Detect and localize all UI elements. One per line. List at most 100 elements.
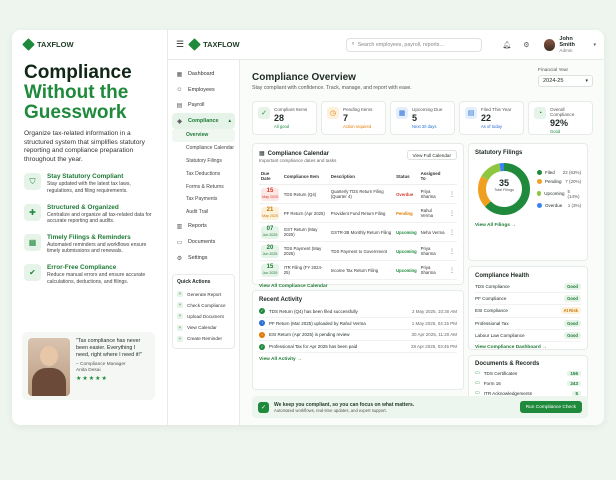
sidebar: ▦ Dashboard ☺ Employees ▤ Payroll ◈ Complianc…: [168, 60, 240, 425]
due-day: 15: [266, 187, 274, 194]
due-date: 20 Jun 2025: [261, 244, 279, 258]
sidebar-item-employees[interactable]: ☺ Employees: [172, 82, 235, 97]
health-label: PF Compliance: [475, 296, 507, 302]
more-icon[interactable]: ⋮: [446, 241, 457, 261]
stat-sub: All good: [274, 124, 290, 129]
hero-title: Compliance Without the Guesswork: [24, 63, 155, 123]
calendar-table: Due Date Compliance Item Description Status…: [259, 168, 457, 280]
stat-card[interactable]: ✓ Compliant Items 28 All good: [252, 101, 317, 135]
stat-value: 5: [412, 113, 418, 123]
feature-desc: Automated reminders and workflows ensure…: [47, 241, 147, 255]
search-placeholder: Search employees, payroll, reports...: [357, 41, 444, 48]
legend-item: Pending 7 (20%): [537, 177, 581, 186]
sidebar-item-compliance[interactable]: ◈ Compliance ▴: [172, 113, 235, 129]
stat-value: 28: [274, 113, 285, 123]
stat-card[interactable]: ▤ Filed This Year 22 As of today: [459, 101, 524, 135]
settings-icon: ⚙: [176, 255, 183, 262]
view-full-calendar-button[interactable]: View Full Calendar: [406, 150, 457, 160]
stat-card[interactable]: ▦ Upcoming Due 5 Next 30 days: [390, 101, 455, 135]
view-all-filings-link[interactable]: View All Filings →: [475, 223, 581, 228]
statutory-filings-card: Statutory Filings 35 Total Filings Filed…: [468, 143, 588, 261]
stat-sub: Next 30 days: [412, 124, 437, 129]
bell-icon[interactable]: 🔔︎: [502, 41, 511, 49]
sidebar-subitem[interactable]: Statutory Filings: [172, 155, 235, 168]
table-row[interactable]: 21 May 2025 PF Return (Apr 2025) Provident …: [259, 203, 457, 223]
stat-sub: Good: [550, 129, 561, 134]
compliance-desc: GSTR-3B Monthly Return Filing: [328, 222, 395, 242]
action-icon: +: [177, 335, 183, 342]
due-month: Jun 2025: [262, 232, 278, 237]
sidebar-subitem[interactable]: Tax Deductions: [172, 167, 235, 180]
compliance-item: GST Return (May 2025): [281, 222, 329, 242]
sidebar-subitem[interactable]: Compliance Calendar: [172, 142, 235, 155]
quick-action-item[interactable]: + Generate Report: [177, 288, 230, 299]
due-date: 15 May 2025: [261, 187, 279, 201]
legend-item: Upcoming 5 (14%): [537, 187, 581, 201]
compliance-calendar-card: ▦ Compliance Calendar Important complian…: [252, 143, 464, 289]
view-compliance-dashboard-link[interactable]: View Compliance Dashboard →: [475, 345, 581, 350]
employees-icon: ☺: [176, 86, 183, 93]
more-icon[interactable]: ⋮: [446, 260, 457, 280]
menu-icon[interactable]: ☰: [176, 39, 184, 50]
chevron-up-icon: ▴: [228, 118, 231, 124]
hero-line-2: Without the: [24, 82, 129, 103]
more-icon[interactable]: ⋮: [446, 184, 457, 204]
user-menu[interactable]: John Smith Admin ▾: [543, 36, 596, 53]
activity-icon: ↑: [259, 320, 265, 327]
calendar-title: Compliance Calendar: [267, 150, 330, 157]
sidebar-item-payroll[interactable]: ▤ Payroll: [172, 97, 235, 113]
gear-icon[interactable]: ⚙: [523, 41, 529, 49]
banner-title: We keep you compliant, so you can focus …: [274, 401, 415, 408]
more-icon[interactable]: ⋮: [446, 222, 457, 242]
compliance-icon: ◈: [177, 118, 182, 125]
view-all-calendar-link[interactable]: View All Compliance Calendar: [259, 284, 457, 289]
sidebar-subitem[interactable]: Overview: [172, 129, 235, 142]
stat-value: 22: [481, 113, 492, 123]
table-row[interactable]: 07 Jun 2025 GST Return (May 2025) GSTR-3B M…: [259, 222, 457, 242]
view-all-activity-link[interactable]: View All Activity →: [259, 357, 457, 362]
testimonial-card: "Tax compliance has never been easier. E…: [22, 332, 155, 400]
sidebar-item-label: Employees: [188, 86, 215, 93]
stat-card[interactable]: ◷ Pending Items 7 Action required: [321, 101, 386, 135]
due-day: 15: [266, 263, 274, 270]
quick-action-item[interactable]: + Upload Document: [177, 311, 230, 322]
quick-action-item[interactable]: + Check Compliance: [177, 300, 230, 311]
calendar-icon: ▦: [259, 151, 265, 157]
search-input[interactable]: ⌕ Search employees, payroll, reports...: [345, 37, 483, 52]
run-compliance-check-button[interactable]: Run Compliance Check: [519, 401, 582, 413]
feature-item: ✚ Structured & Organized Centralize and or…: [24, 203, 155, 225]
filings-total-label: Total Filings: [493, 188, 515, 192]
activity-icon: !: [259, 331, 265, 338]
quick-action-item[interactable]: + Create Reminder: [177, 333, 230, 344]
action-icon: +: [177, 313, 183, 320]
sidebar-item-dashboard[interactable]: ▦ Dashboard: [172, 66, 235, 82]
sidebar-subitem[interactable]: Forms & Returns: [172, 180, 235, 193]
status-badge: Overdue: [396, 191, 414, 197]
action-icon: +: [177, 291, 183, 298]
sidebar-item-reports[interactable]: ▥ Reports: [172, 218, 235, 234]
legend-item: Overdue 1 (3%): [537, 201, 581, 210]
table-row[interactable]: 15 Jun 2025 ITR Filing (FY 2024-25) Income …: [259, 260, 457, 280]
financial-year-select[interactable]: 2024-25 ▾: [538, 75, 593, 87]
app-logo[interactable]: TAXFLOW: [188, 38, 240, 51]
compliance-item: TDS Payment (May 2025): [281, 241, 329, 261]
table-row[interactable]: 15 May 2025 TDS Return (Q4) Quarterly TDS R…: [259, 184, 457, 204]
quick-action-item[interactable]: + View Calendar: [177, 322, 230, 333]
document-row[interactable]: ▭ TDS Certificates 156: [475, 368, 581, 378]
filings-total: 35: [498, 178, 509, 188]
quick-action-label: Check Compliance: [187, 302, 226, 308]
sidebar-subitem[interactable]: Audit Trail: [172, 206, 235, 219]
compliance-desc: Quarterly TDS Return Filing (Quarter 4): [328, 184, 395, 204]
health-label: TDS Compliance: [475, 284, 510, 290]
document-row[interactable]: ▭ Form 16 243: [475, 378, 581, 388]
more-icon[interactable]: ⋮: [446, 203, 457, 223]
sidebar-item-settings[interactable]: ⚙ Settings: [172, 250, 235, 266]
stat-label: Filed This Year: [481, 107, 512, 112]
app-frame: TAXFLOW Compliance Without the Guesswork…: [12, 30, 604, 425]
stat-card[interactable]: ◔ Overall Compliance 92% Good: [528, 101, 593, 135]
table-row[interactable]: 20 Jun 2025 TDS Payment (May 2025) TDS Paym…: [259, 241, 457, 261]
activity-icon: ✓: [259, 308, 265, 315]
sidebar-subitem[interactable]: Tax Payments: [172, 193, 235, 206]
feature-desc: Centralize and organize all tax-related …: [47, 211, 152, 225]
sidebar-item-documents[interactable]: ▭ Documents: [172, 234, 235, 250]
